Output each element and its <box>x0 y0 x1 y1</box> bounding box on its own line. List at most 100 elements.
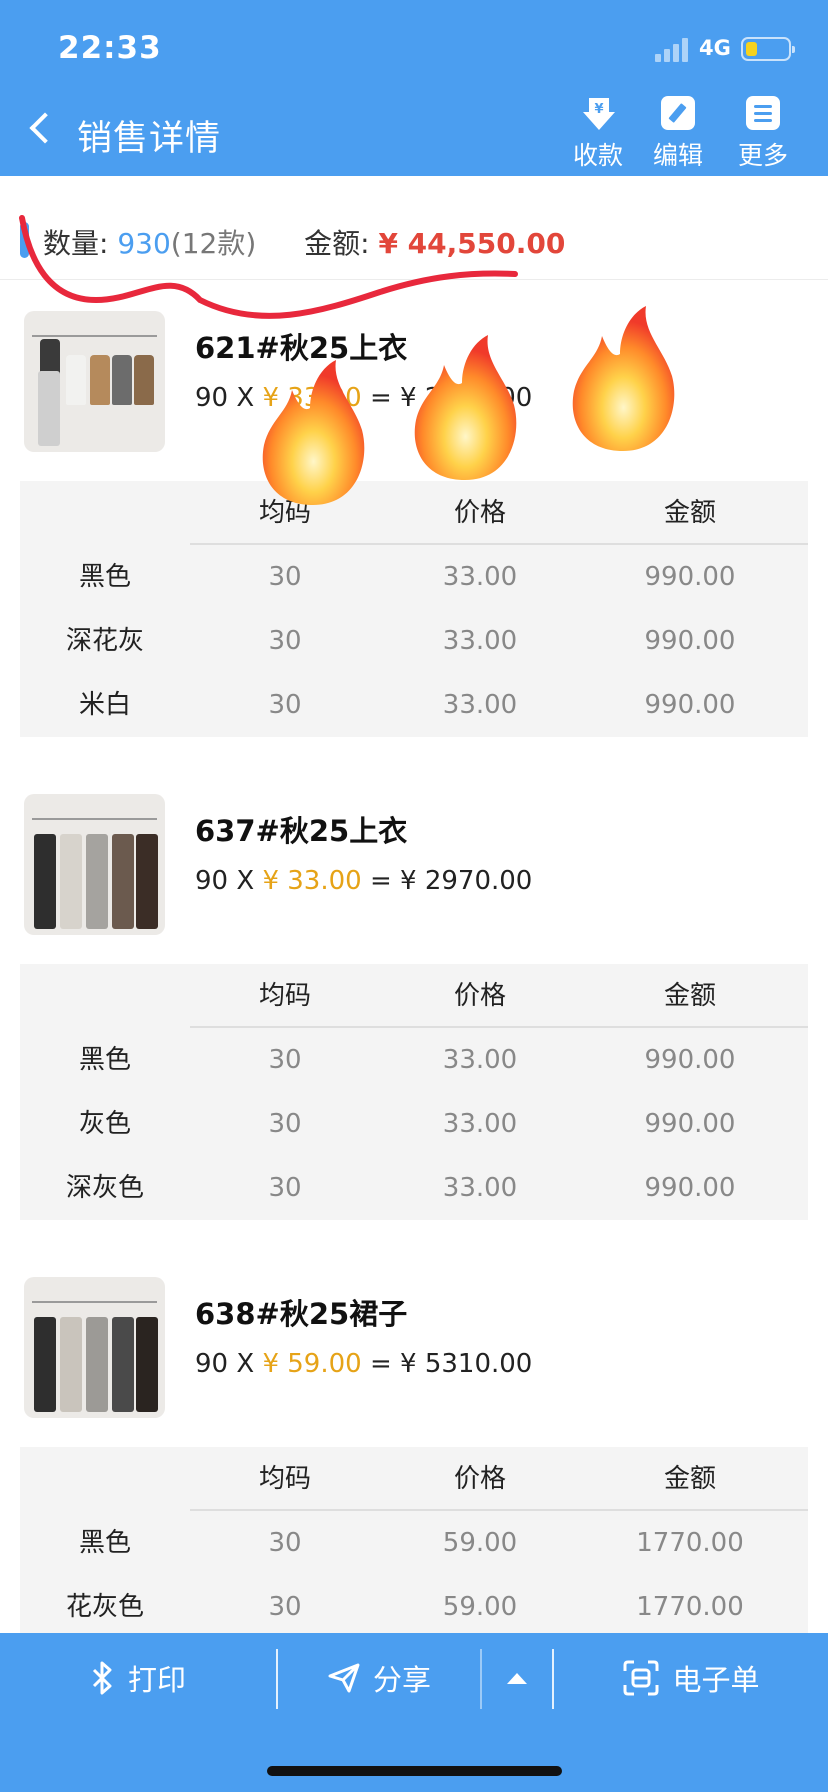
variant-table: 均码 价格 金额 黑色 30 33.00 990.00 深花灰 30 33.00… <box>20 481 808 737</box>
table-row: 灰色 30 33.00 990.00 <box>20 1092 808 1156</box>
print-button[interactable]: 打印 <box>0 1633 276 1723</box>
price-cell: 33.00 <box>442 626 518 656</box>
table-row: 深灰色 30 33.00 990.00 <box>20 1156 808 1220</box>
page-title: 销售详情 <box>77 119 222 159</box>
more-button[interactable]: 更多 <box>728 96 798 172</box>
share-button[interactable]: 分享 <box>278 1633 480 1723</box>
color-cell: 黑色 <box>78 1528 131 1558</box>
size-cell: 30 <box>268 1528 302 1558</box>
collect-payment-label: 收款 <box>572 141 623 170</box>
price-cell: 33.00 <box>442 690 518 720</box>
table-header: 均码 价格 金额 <box>20 964 808 1028</box>
e-receipt-button[interactable]: 电子单 <box>554 1633 828 1723</box>
size-header: 均码 <box>258 1464 311 1494</box>
scan-receipt-icon <box>623 1660 659 1696</box>
price-cell: 33.00 <box>442 562 518 592</box>
table-header: 均码 价格 金额 <box>20 1447 808 1511</box>
paper-plane-icon <box>328 1663 360 1693</box>
color-cell: 黑色 <box>78 562 131 592</box>
amount-header: 金额 <box>663 981 716 1011</box>
product-total: ¥ 2970.00 <box>400 866 533 896</box>
home-indicator <box>267 1766 562 1776</box>
size-cell: 30 <box>268 1173 302 1203</box>
table-row: 深花灰 30 33.00 990.00 <box>20 609 808 673</box>
amount-cell: 1770.00 <box>636 1592 744 1622</box>
order-summary: 数量: 930(12款) 金额: ¥ 44,550.00 <box>0 200 828 280</box>
back-icon[interactable] <box>29 112 61 144</box>
product-card[interactable]: 638#秋25裙子 90 X ¥ 59.00 = ¥ 5310.00 均码 价格… <box>0 1277 828 1633</box>
table-row: 米白 30 33.00 990.00 <box>20 673 808 737</box>
product-total: ¥ 5310.00 <box>400 1349 533 1379</box>
price-cell: 59.00 <box>442 1592 518 1622</box>
signal-icon <box>655 38 689 62</box>
table-row: 黑色 30 33.00 990.00 <box>20 1028 808 1092</box>
color-cell: 灰色 <box>78 1109 131 1139</box>
size-cell: 30 <box>268 626 302 656</box>
status-time: 22:33 <box>58 30 162 66</box>
product-calculation: 90 X ¥ 33.00 = ¥ 2970.00 <box>195 866 533 896</box>
svg-text:¥: ¥ <box>594 102 603 117</box>
amount-cell: 990.00 <box>644 562 736 592</box>
amount-cell: 990.00 <box>644 626 736 656</box>
table-header: 均码 价格 金额 <box>20 481 808 545</box>
quantity-value: 930 <box>117 227 171 260</box>
summary-marker <box>20 222 29 258</box>
size-cell: 30 <box>268 1592 302 1622</box>
unit-price: ¥ 33.00 <box>262 866 362 896</box>
product-card[interactable]: 621#秋25上衣 90 X ¥ 33.00 = ¥ 2970.00 均码 价格… <box>0 311 828 737</box>
more-label: 更多 <box>737 141 788 170</box>
chevron-up-icon <box>507 1672 527 1684</box>
color-cell: 深灰色 <box>65 1173 144 1203</box>
expand-up-button[interactable] <box>482 1633 552 1723</box>
product-name: 637#秋25上衣 <box>195 814 408 848</box>
color-cell: 米白 <box>78 690 131 720</box>
product-image <box>24 1277 165 1418</box>
size-cell: 30 <box>268 1109 302 1139</box>
size-cell: 30 <box>268 690 302 720</box>
network-type: 4G <box>699 36 731 60</box>
e-receipt-label: 电子单 <box>672 1663 760 1697</box>
edit-label: 编辑 <box>652 141 703 170</box>
table-row: 花灰色 30 59.00 1770.00 <box>20 1575 808 1633</box>
unit-price: ¥ 59.00 <box>262 1349 362 1379</box>
unit-price: ¥ 33.00 <box>262 383 362 413</box>
color-cell: 黑色 <box>78 1045 131 1075</box>
size-header: 均码 <box>258 498 311 528</box>
product-image <box>24 794 165 935</box>
battery-icon <box>741 37 795 61</box>
menu-list-icon <box>746 96 780 130</box>
edit-button[interactable]: 编辑 <box>643 96 713 172</box>
price-cell: 33.00 <box>442 1109 518 1139</box>
product-calculation: 90 X ¥ 59.00 = ¥ 5310.00 <box>195 1349 533 1379</box>
color-cell: 花灰色 <box>65 1592 144 1622</box>
amount-cell: 1770.00 <box>636 1528 744 1558</box>
price-cell: 33.00 <box>442 1045 518 1075</box>
print-label: 打印 <box>127 1663 186 1697</box>
quantity-label: 数量: <box>43 227 109 260</box>
size-cell: 30 <box>268 562 302 592</box>
amount-label: 金额: <box>304 227 370 260</box>
price-cell: 59.00 <box>442 1528 518 1558</box>
price-header: 价格 <box>453 1464 506 1494</box>
amount-cell: 990.00 <box>644 690 736 720</box>
share-label: 分享 <box>372 1663 431 1697</box>
price-header: 价格 <box>453 498 506 528</box>
collect-payment-button[interactable]: ¥ 收款 <box>563 96 633 172</box>
product-card[interactable]: 637#秋25上衣 90 X ¥ 33.00 = ¥ 2970.00 均码 价格… <box>0 794 828 1220</box>
yuan-download-icon: ¥ <box>581 96 615 130</box>
amount-cell: 990.00 <box>644 1109 736 1139</box>
product-name: 638#秋25裙子 <box>195 1297 408 1331</box>
styles-count: (12款) <box>170 227 257 260</box>
size-header: 均码 <box>258 981 311 1011</box>
product-total: ¥ 2970.00 <box>400 383 533 413</box>
variant-table: 均码 价格 金额 黑色 30 33.00 990.00 灰色 30 33.00 … <box>20 964 808 1220</box>
app-header: 22:33 4G 销售详情 ¥ 收款 编辑 更多 <box>0 0 828 176</box>
summary-text: 数量: 930(12款) 金额: ¥ 44,550.00 <box>43 222 565 262</box>
bottom-action-bar: 打印 分享 电子单 <box>0 1633 828 1792</box>
amount-cell: 990.00 <box>644 1045 736 1075</box>
pencil-icon <box>661 96 695 130</box>
amount-header: 金额 <box>663 1464 716 1494</box>
product-name: 621#秋25上衣 <box>195 331 408 365</box>
price-header: 价格 <box>453 981 506 1011</box>
color-cell: 深花灰 <box>65 626 144 656</box>
